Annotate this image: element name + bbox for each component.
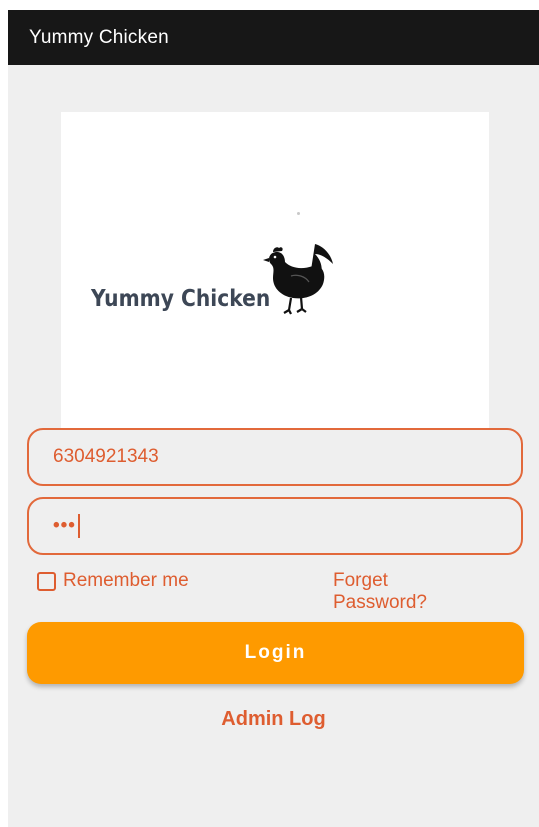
remember-me-label: Remember me [63, 570, 189, 591]
logo-speck [297, 212, 300, 215]
app-screen: Yummy Chicken Yummy Chicken 6304921343 •… [8, 10, 539, 827]
phone-input[interactable]: 6304921343 [27, 428, 523, 486]
app-title: Yummy Chicken [29, 27, 169, 48]
logo-text: Yummy Chicken [91, 286, 271, 312]
remember-me-checkbox[interactable]: Remember me [37, 570, 189, 592]
logo-card: Yummy Chicken [61, 112, 489, 428]
checkbox-icon[interactable] [37, 571, 56, 591]
login-button[interactable]: Login [27, 622, 524, 684]
text-caret [77, 514, 80, 538]
forget-password-link[interactable]: Forget Password? [333, 570, 473, 614]
password-input-value: ••• [53, 515, 76, 536]
phone-input-value: 6304921343 [53, 446, 159, 467]
login-button-label: Login [244, 642, 307, 663]
forget-password-line2: Password? [333, 592, 427, 613]
password-input[interactable]: ••• [27, 497, 523, 555]
admin-login-link[interactable]: Admin Log [8, 708, 539, 731]
forget-password-line1: Forget [333, 570, 388, 591]
admin-login-label: Admin Log [221, 708, 326, 730]
app-bar: Yummy Chicken [8, 10, 539, 65]
